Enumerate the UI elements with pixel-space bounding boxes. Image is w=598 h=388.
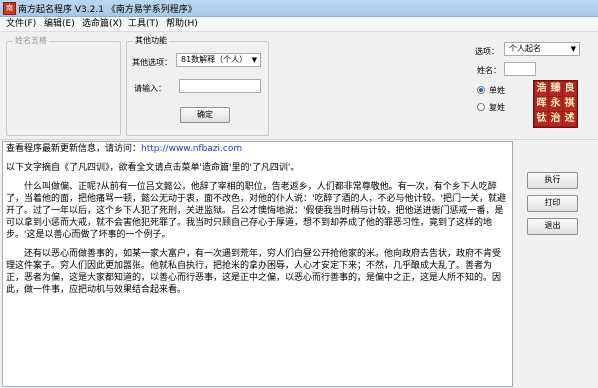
output-text-area[interactable]: 查看程序最新更新信息，请访问：http://www.nfbazi.com 以下文… [2,141,513,387]
chevron-down-icon: ▼ [251,56,257,64]
chevron-down-icon: ▼ [570,45,576,53]
print-button[interactable]: 打印 [527,195,578,212]
divider [0,139,598,140]
radio-compound-label: 复姓 [489,103,505,112]
app-icon: 南 [3,2,16,15]
logo-char: 浩 [535,82,548,96]
update-info-line: 查看程序最新更新信息，请访问：http://www.nfbazi.com [6,143,509,155]
website-link[interactable]: http://www.nfbazi.com [141,144,242,154]
other-option-label: 其他选项： [132,58,172,67]
surname-grid-caption: 姓名五格 [13,35,49,46]
exit-button[interactable]: 退出 [527,218,578,235]
name-chars-logo: 浩 臻 良 晖 永 祺 钛 治 述 [533,80,578,128]
functions-caption: 其他功能 [133,35,169,46]
menu-fate[interactable]: 选命篇(X) [82,18,122,30]
surname-input[interactable] [504,62,536,76]
execute-button[interactable]: 执行 [527,172,578,189]
logo-char: 钛 [535,112,548,126]
logo-char: 祺 [563,97,576,111]
confirm-button[interactable]: 确定 [180,107,230,123]
query-input[interactable] [179,79,261,93]
menu-tools[interactable]: 工具(T) [128,18,159,30]
radio-single-label: 单姓 [489,86,505,95]
update-info-text: 查看程序最新更新信息，请访问： [6,144,142,154]
logo-char: 治 [549,112,562,126]
logo-char: 良 [563,82,576,96]
option-label: 选项： [475,47,499,56]
title-bar: 南 南方起名程序 V3.2.1 《南方易学系列程序》 [0,0,598,17]
surname-label: 姓名： [477,66,501,75]
option-select[interactable]: 个人起名 ▼ [504,42,580,56]
menu-help[interactable]: 帮助(H) [166,18,198,30]
option-value: 个人起名 [509,44,541,53]
menu-edit[interactable]: 编辑(E) [44,18,75,30]
menu-file[interactable]: 文件(F) [6,18,36,30]
input-label: 请输入： [134,84,166,93]
radio-single-surname[interactable] [477,86,485,94]
logo-char: 永 [549,97,562,111]
radio-compound-surname[interactable] [477,103,485,111]
other-option-value: 81数解释（个人） [181,55,248,64]
excerpt-paragraph: 什么叫做偏、正呢?从前有一位吕文懿公，他辞了宰相的职位，告老返乡，人们都非常尊敬… [6,182,506,240]
menu-bar: 文件(F) 编辑(E) 选命篇(X) 工具(T) 帮助(H) [0,17,598,32]
logo-char: 晖 [535,97,548,111]
other-option-select[interactable]: 81数解释（个人） ▼ [176,53,261,67]
surname-grid-group: 姓名五格 [6,35,121,136]
excerpt-intro: 以下文字摘自《了凡四训》，欲看全文请点击菜单'造命篇'里的'了凡四训'。 [6,163,300,173]
logo-char: 臻 [549,82,562,96]
excerpt-paragraph: 还有以恶心而做善事的，如某一家大富户，有一次遇到荒年，穷人们白昼公开抢他家的米。… [6,249,502,295]
window-title: 南方起名程序 V3.2.1 《南方易学系列程序》 [18,5,197,15]
logo-char: 述 [563,112,576,126]
